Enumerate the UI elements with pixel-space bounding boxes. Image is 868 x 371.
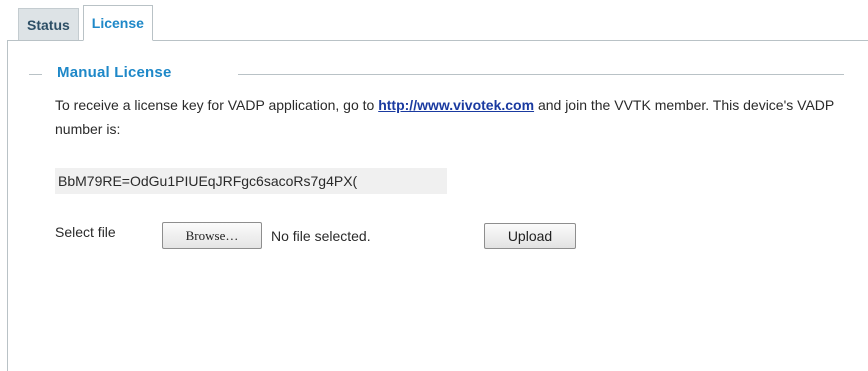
tab-status-label: Status [27,16,70,33]
browse-button[interactable]: Browse… [162,222,262,249]
tab-license-label: License [91,15,144,31]
license-panel [7,40,868,371]
manual-license-fieldset: Manual License [29,63,844,85]
file-upload-row: Select file Browse… No file selected. Up… [55,222,615,252]
vadp-number-field[interactable]: BbM79RE=OdGu1PIUEqJRFgc6sacoRs7g4PX( [55,168,447,194]
license-description: To receive a license key for VADP applic… [55,93,835,141]
upload-button[interactable]: Upload [484,223,576,249]
manual-license-title: Manual License [57,64,172,81]
tab-bar: Status License [18,5,153,41]
tab-license[interactable]: License [82,5,153,41]
no-file-selected-text: No file selected. [271,228,371,244]
tab-status[interactable]: Status [18,8,79,40]
vivotek-link[interactable]: http://www.vivotek.com [378,97,534,113]
fieldset-divider-right [238,74,844,75]
fieldset-divider-left [29,74,42,75]
select-file-label: Select file [55,224,116,240]
license-page: Status License Manual License To receive… [0,0,868,371]
description-text-start: To receive a license key for VADP applic… [55,97,379,113]
